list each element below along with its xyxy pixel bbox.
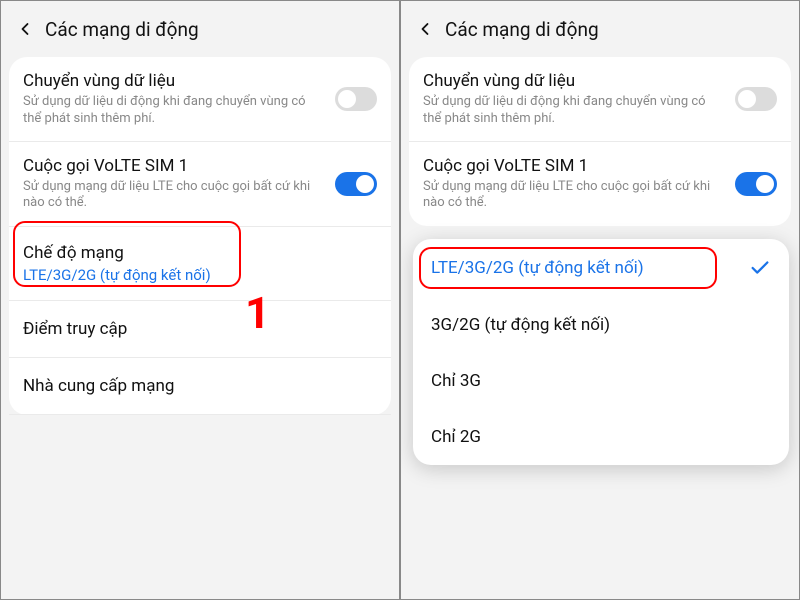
- apn-item[interactable]: Điểm truy cập: [9, 301, 391, 358]
- volte-toggle[interactable]: [735, 172, 777, 196]
- data-roaming-toggle[interactable]: [335, 87, 377, 111]
- menu-item-3g[interactable]: Chỉ 3G: [413, 353, 789, 409]
- data-roaming-title: Chuyển vùng dữ liệu: [23, 71, 327, 92]
- settings-card: Chuyển vùng dữ liệu Sử dụng dữ liệu di đ…: [409, 57, 791, 226]
- header: Các mạng di động: [1, 1, 399, 57]
- settings-card: Chuyển vùng dữ liệu Sử dụng dữ liệu di đ…: [9, 57, 391, 415]
- volte-item[interactable]: Cuộc gọi VoLTE SIM 1 Sử dụng mạng dữ liệ…: [409, 142, 791, 226]
- back-icon[interactable]: [11, 15, 39, 43]
- volte-sub: Sử dụng mạng dữ liệu LTE cho cuộc gọi bấ…: [423, 179, 727, 212]
- menu-item-3g-2g[interactable]: 3G/2G (tự động kết nối): [413, 297, 789, 353]
- page-title: Các mạng di động: [445, 18, 599, 41]
- back-icon[interactable]: [411, 15, 439, 43]
- data-roaming-sub: Sử dụng dữ liệu di động khi đang chuyển …: [423, 94, 727, 127]
- network-mode-menu: LTE/3G/2G (tự động kết nối) 3G/2G (tự độ…: [413, 239, 789, 465]
- menu-item-lte-3g-2g[interactable]: LTE/3G/2G (tự động kết nối): [413, 239, 789, 297]
- operators-item[interactable]: Nhà cung cấp mạng: [9, 358, 391, 415]
- volte-item[interactable]: Cuộc gọi VoLTE SIM 1 Sử dụng mạng dữ liệ…: [9, 142, 391, 227]
- data-roaming-sub: Sử dụng dữ liệu di động khi đang chuyển …: [23, 94, 327, 127]
- check-icon: [749, 257, 771, 279]
- volte-sub: Sử dụng mạng dữ liệu LTE cho cuộc gọi bấ…: [23, 179, 327, 212]
- network-mode-value: LTE/3G/2G (tự động kết nối): [23, 266, 377, 284]
- volte-toggle[interactable]: [335, 172, 377, 196]
- network-mode-title: Chế độ mạng: [23, 243, 377, 264]
- screen-left: Các mạng di động Chuyển vùng dữ liệu Sử …: [0, 0, 400, 600]
- network-mode-item[interactable]: Chế độ mạng LTE/3G/2G (tự động kết nối): [9, 227, 391, 301]
- data-roaming-title: Chuyển vùng dữ liệu: [423, 71, 727, 92]
- page-title: Các mạng di động: [45, 18, 199, 41]
- data-roaming-item[interactable]: Chuyển vùng dữ liệu Sử dụng dữ liệu di đ…: [409, 57, 791, 142]
- volte-title: Cuộc gọi VoLTE SIM 1: [23, 156, 327, 177]
- menu-item-2g[interactable]: Chỉ 2G: [413, 409, 789, 465]
- header: Các mạng di động: [401, 1, 799, 57]
- data-roaming-item[interactable]: Chuyển vùng dữ liệu Sử dụng dữ liệu di đ…: [9, 57, 391, 142]
- volte-title: Cuộc gọi VoLTE SIM 1: [423, 156, 727, 177]
- screen-right: Các mạng di động Chuyển vùng dữ liệu Sử …: [400, 0, 800, 600]
- data-roaming-toggle[interactable]: [735, 87, 777, 111]
